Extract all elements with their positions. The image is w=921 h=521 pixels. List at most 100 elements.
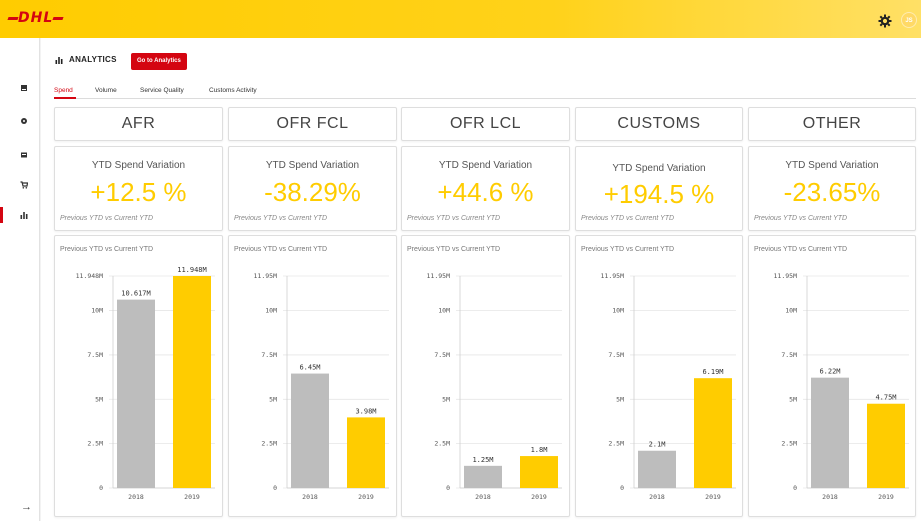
- chart-card-customs: Previous YTD vs Current YTD 0 2.5M 5M 7.5M 1…: [575, 235, 743, 517]
- bar: [811, 377, 849, 488]
- tab-service-quality[interactable]: Service Quality: [140, 87, 184, 94]
- bar-chart: 0 2.5M 5M 7.5M 10M 11.95M 1.25M 2018 1.8M 2019: [427, 272, 562, 501]
- shipments-icon[interactable]: [20, 84, 28, 92]
- data-label: 1.25M: [472, 456, 493, 464]
- data-label: 2.1M: [649, 441, 666, 449]
- data-label: 6.22M: [819, 368, 840, 376]
- kpi-title: YTD Spend Variation: [785, 160, 879, 171]
- bar: [173, 276, 211, 488]
- bar: [464, 465, 502, 488]
- kpi-subtitle: Previous YTD vs Current YTD: [581, 215, 675, 222]
- bar: [520, 456, 558, 488]
- category-card-afr[interactable]: AFR: [54, 107, 223, 141]
- x-tick-label: 2019: [531, 493, 547, 501]
- y-tick-label: 10M: [91, 307, 103, 315]
- y-tick-label: 7.5M: [608, 351, 624, 359]
- data-label: 1.8M: [531, 446, 548, 454]
- y-tick-label: 5M: [789, 395, 797, 403]
- x-tick-label: 2018: [475, 493, 491, 501]
- active-tab-indicator: [54, 97, 76, 99]
- y-tick-label: 11.95M: [601, 272, 625, 280]
- category-title: OFR FCL: [276, 115, 349, 132]
- x-tick-label: 2018: [302, 493, 318, 501]
- y-tick-label: 2.5M: [781, 440, 797, 448]
- kpi-title: YTD Spend Variation: [91, 160, 186, 171]
- y-tick-label: 7.5M: [434, 351, 450, 359]
- data-label: 6.19M: [702, 368, 723, 376]
- cart-icon[interactable]: [20, 181, 28, 189]
- category-title: CUSTOMS: [617, 115, 701, 132]
- category-card-other[interactable]: OTHER: [748, 107, 916, 141]
- top-bar: DHL JS: [0, 0, 921, 38]
- analytics-icon[interactable]: [20, 211, 28, 219]
- tab-customs-activity[interactable]: Customs Activity: [209, 87, 257, 94]
- y-tick-label: 2.5M: [87, 440, 103, 448]
- data-label: 4.75M: [875, 394, 896, 402]
- kpi-subtitle: Previous YTD vs Current YTD: [234, 215, 328, 222]
- tab-volume[interactable]: Volume: [95, 87, 117, 94]
- kpi-card-afr: YTD Spend Variation +12.5 % Previous YTD…: [54, 146, 223, 231]
- kpi-value: +12.5 %: [90, 177, 187, 207]
- y-tick-label: 10M: [612, 307, 624, 315]
- category-card-customs[interactable]: CUSTOMS: [575, 107, 743, 141]
- bar: [638, 450, 676, 488]
- kpi-title: YTD Spend Variation: [265, 160, 360, 171]
- x-tick-label: 2019: [705, 493, 721, 501]
- y-tick-label: 7.5M: [261, 351, 277, 359]
- expand-arrow-icon[interactable]: →: [21, 501, 32, 513]
- kpi-title: YTD Spend Variation: [438, 160, 533, 171]
- sidebar-active-indicator: [0, 207, 3, 223]
- tab-bar: Spend Volume Service Quality Customs Act…: [54, 83, 916, 99]
- chart-card-other: Previous YTD vs Current YTD 0 2.5M 5M 7.5M 1…: [748, 235, 916, 517]
- y-tick-label: 7.5M: [781, 351, 797, 359]
- bar-chart: 0 2.5M 5M 7.5M 10M 11.95M 2.1M 2018 6.19M 2019: [601, 272, 736, 501]
- chart-card-ofr-lcl: Previous YTD vs Current YTD 0 2.5M 5M 7.5M 1…: [401, 235, 570, 517]
- category-title: AFR: [121, 115, 156, 132]
- main-content: ANALYTICS Go to Analytics Spend Volume S…: [41, 38, 921, 521]
- logo-stripe: [7, 16, 19, 20]
- category-card-ofr-fcl[interactable]: OFR FCL: [228, 107, 397, 141]
- logo-text: DHL: [18, 10, 54, 26]
- gear-icon[interactable]: [878, 14, 892, 28]
- y-tick-label: 0: [273, 484, 277, 492]
- x-tick-label: 2019: [358, 493, 374, 501]
- y-tick-label: 2.5M: [608, 440, 624, 448]
- data-label: 6.45M: [299, 364, 320, 372]
- y-tick-label: 5M: [269, 395, 277, 403]
- bar: [117, 299, 155, 488]
- y-tick-label: 5M: [95, 395, 103, 403]
- kpi-value: +194.5 %: [603, 179, 715, 209]
- settings-cog-icon[interactable]: [20, 117, 28, 125]
- y-tick-label: 11.948M: [76, 272, 103, 280]
- x-tick-label: 2019: [878, 493, 894, 501]
- data-label: 10.617M: [121, 290, 151, 298]
- category-title: OFR LCL: [449, 115, 522, 132]
- kpi-subtitle: Previous YTD vs Current YTD: [407, 215, 501, 222]
- tab-spend[interactable]: Spend: [54, 87, 73, 94]
- y-tick-label: 0: [793, 484, 797, 492]
- documents-icon[interactable]: [20, 151, 28, 159]
- analytics-header: ANALYTICS: [55, 55, 117, 64]
- x-tick-label: 2018: [822, 493, 838, 501]
- kpi-value: +44.6 %: [437, 177, 534, 207]
- category-card-ofr-lcl[interactable]: OFR LCL: [401, 107, 570, 141]
- kpi-card-ofr-fcl: YTD Spend Variation -38.29% Previous YTD…: [228, 146, 397, 231]
- y-tick-label: 10M: [785, 307, 797, 315]
- x-tick-label: 2019: [184, 493, 200, 501]
- avatar[interactable]: JS: [901, 12, 917, 28]
- y-tick-label: 7.5M: [87, 351, 103, 359]
- y-tick-label: 0: [446, 484, 450, 492]
- chart-card-afr: Previous YTD vs Current YTD 0 2.5M 5M 7.5M 1…: [54, 235, 223, 517]
- x-tick-label: 2018: [128, 493, 144, 501]
- kpi-subtitle: Previous YTD vs Current YTD: [754, 215, 848, 222]
- bar: [347, 417, 385, 488]
- y-tick-label: 2.5M: [261, 440, 277, 448]
- kpi-card-ofr-lcl: YTD Spend Variation +44.6 % Previous YTD…: [401, 146, 570, 231]
- go-to-analytics-button[interactable]: Go to Analytics: [131, 53, 187, 70]
- y-tick-label: 0: [620, 484, 624, 492]
- dhl-logo[interactable]: DHL: [7, 10, 64, 26]
- y-tick-label: 0: [99, 484, 103, 492]
- kpi-value: -23.65%: [783, 177, 881, 207]
- sidebar: →: [0, 38, 40, 521]
- y-tick-label: 5M: [616, 395, 624, 403]
